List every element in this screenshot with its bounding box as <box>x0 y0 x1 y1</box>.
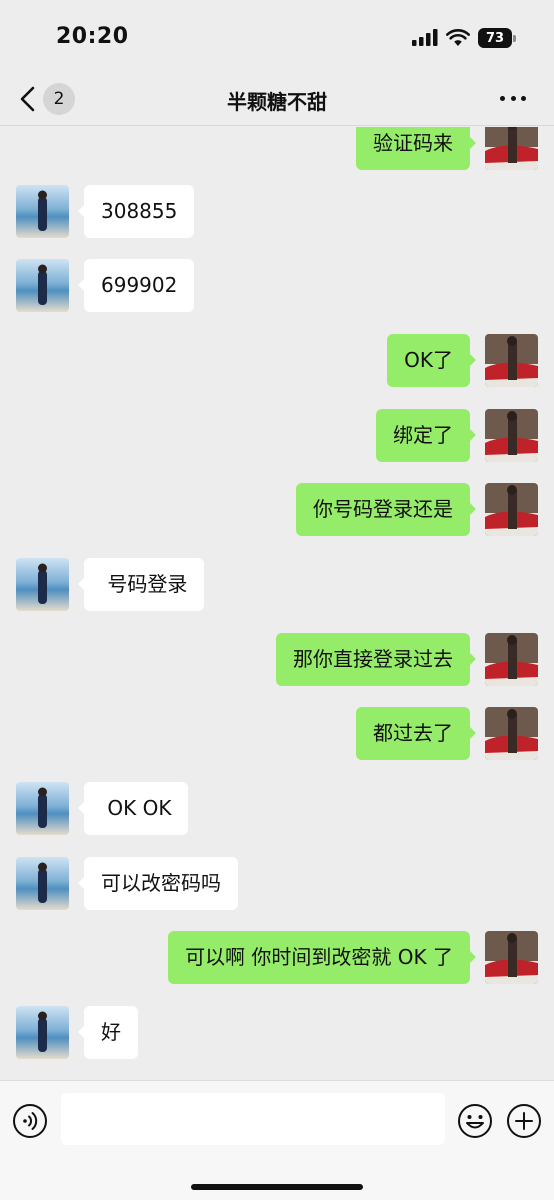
message-row: 绑定了 <box>0 409 554 463</box>
friend-avatar[interactable] <box>16 1006 69 1059</box>
received-bubble[interactable]: 可以改密码吗 <box>78 857 238 910</box>
sent-bubble[interactable]: 你号码登录还是 <box>296 483 476 536</box>
sent-bubble[interactable]: 都过去了 <box>356 707 476 760</box>
message-row: 可以改密码吗 <box>0 857 554 911</box>
received-bubble[interactable]: 308855 <box>77 185 195 238</box>
status-bar: 20:20 73 <box>0 0 554 72</box>
message-row: 699902 <box>0 259 554 313</box>
my-avatar[interactable] <box>485 409 538 462</box>
chat-area[interactable]: 验证码来 308855 699902 OK了 绑定了 你号码登录还是 号码登录 … <box>0 127 554 1080</box>
received-bubble[interactable]: 号码登录 <box>77 558 205 611</box>
sent-bubble[interactable]: 那你直接登录过去 <box>276 633 476 686</box>
my-avatar[interactable] <box>485 127 538 170</box>
my-avatar[interactable] <box>485 931 538 984</box>
friend-avatar[interactable] <box>16 259 69 312</box>
my-avatar[interactable] <box>485 633 538 686</box>
sent-bubble[interactable]: 绑定了 <box>376 409 476 462</box>
status-time: 20:20 <box>56 24 129 49</box>
message-row: 都过去了 <box>0 707 554 761</box>
wifi-icon <box>446 29 470 46</box>
message-row: OK了 <box>0 334 554 388</box>
battery-icon: 73 <box>478 28 516 48</box>
friend-avatar[interactable] <box>16 782 69 835</box>
home-indicator <box>191 1184 363 1190</box>
received-bubble[interactable]: OK OK <box>77 782 189 835</box>
sent-bubble[interactable]: 可以啊 你时间到改密就 OK 了 <box>168 931 476 984</box>
message-row: 验证码来 <box>0 127 554 171</box>
friend-avatar[interactable] <box>16 857 69 910</box>
emoji-icon[interactable] <box>457 1103 493 1139</box>
status-icons: 73 <box>412 27 516 49</box>
message-row: 号码登录 <box>0 558 554 612</box>
plus-icon[interactable] <box>506 1103 542 1139</box>
sent-bubble[interactable]: OK了 <box>387 334 476 387</box>
signal-icon <box>412 29 438 46</box>
my-avatar[interactable] <box>485 707 538 760</box>
my-avatar[interactable] <box>485 483 538 536</box>
friend-avatar[interactable] <box>16 558 69 611</box>
voice-icon[interactable] <box>12 1103 48 1139</box>
message-row: 你号码登录还是 <box>0 483 554 537</box>
sent-bubble[interactable]: 验证码来 <box>356 127 476 170</box>
message-row: 可以啊 你时间到改密就 OK 了 <box>0 931 554 985</box>
message-row: 308855 <box>0 185 554 239</box>
friend-avatar[interactable] <box>16 185 69 238</box>
more-dots-icon[interactable] <box>500 96 526 102</box>
chat-title: 半颗糖不甜 <box>227 90 327 114</box>
battery-level: 73 <box>478 28 512 48</box>
my-avatar[interactable] <box>485 334 538 387</box>
input-bar <box>0 1080 554 1200</box>
message-input[interactable] <box>61 1093 445 1145</box>
message-row: 那你直接登录过去 <box>0 633 554 687</box>
message-row: OK OK <box>0 782 554 836</box>
message-row: 好 <box>0 1006 554 1060</box>
received-bubble[interactable]: 699902 <box>77 259 195 312</box>
received-bubble[interactable]: 好 <box>78 1006 138 1059</box>
